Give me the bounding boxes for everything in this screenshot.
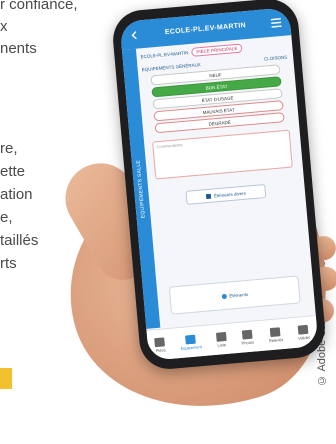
side-tab-label: EQUIPEMENTS SALLE [135, 159, 147, 219]
app-title: ECOLE-PL.EV-MARTIN [164, 21, 247, 36]
tab-photos[interactable]: Photos [240, 329, 254, 345]
tab-label: Relevés [268, 336, 284, 343]
promo-line: re, [0, 140, 18, 157]
tab-label: Pièce [155, 346, 166, 353]
tab-label: Liste [217, 341, 227, 348]
tab-room[interactable]: Pièce [154, 336, 166, 353]
tab-label: Équipement [180, 343, 203, 351]
promo-line: taillés [0, 232, 39, 249]
back-arrow-icon[interactable] [128, 28, 141, 41]
misc-elements-button[interactable]: Éléments divers [185, 183, 267, 205]
comment-field[interactable]: Commentaires [152, 129, 293, 180]
promo-line: nents [0, 40, 37, 57]
promo-line: r confiance, [0, 0, 78, 13]
tab-label: Photos [241, 339, 255, 346]
breadcrumb-current[interactable]: ECOLE-PL.EV-MARTIN [140, 50, 188, 59]
promo-line: e, [0, 209, 13, 226]
room-icon [154, 336, 166, 347]
tab-label: Valider [297, 334, 311, 341]
elements-card-label: Éléments [229, 291, 249, 299]
pen-icon [298, 324, 309, 335]
list-icon [205, 193, 212, 199]
phone: ECOLE-PL.EV-MARTIN EQUIPEMENTS SALLE ECO… [110, 0, 328, 372]
section-right-label[interactable]: CLOISONS [264, 55, 288, 62]
add-icon [221, 293, 227, 299]
tab-list[interactable]: Liste [215, 331, 227, 348]
room-pill[interactable]: PIÈCE PRINCIPALE [190, 43, 243, 57]
tab-validate[interactable]: Valider [297, 324, 310, 340]
tab-readings[interactable]: Relevés [268, 326, 284, 343]
promo-line: ette [0, 163, 26, 180]
list-icon [215, 331, 227, 342]
menu-icon[interactable] [270, 16, 283, 29]
photo-icon [241, 329, 253, 340]
wrench-icon [269, 326, 281, 337]
promo-line: ation [0, 186, 33, 203]
condition-options: NEUF BON ÉTAT ÉTAT D'USAGE MAUVAIS ÉTAT … [150, 64, 285, 134]
tab-equipment[interactable]: Équipement [179, 334, 203, 351]
grid-icon [185, 334, 196, 344]
misc-elements-label: Éléments divers [213, 190, 247, 198]
phone-screen: ECOLE-PL.EV-MARTIN EQUIPEMENTS SALLE ECO… [119, 7, 319, 361]
promo-line: rts [0, 255, 17, 272]
promo-line: x [0, 18, 8, 35]
accent-bar [0, 368, 12, 389]
section-label: EQUIPEMENTS GÉNÉRAUX [141, 62, 202, 73]
